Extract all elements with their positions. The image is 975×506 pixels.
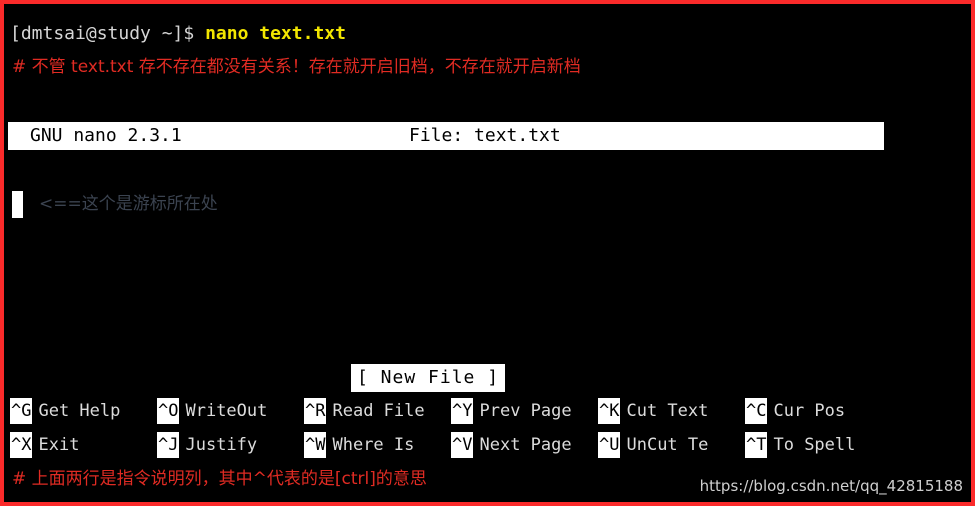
text-cursor [12, 191, 23, 218]
shell-prompt-line: [dmtsai@study ~]$ nano text.txt [10, 22, 346, 46]
nano-shortcut-key: ^X [10, 432, 33, 458]
nano-shortcut-key: ^K [598, 398, 621, 424]
nano-shortcut-writeout[interactable]: ^O WriteOut [157, 398, 267, 424]
terminal-window: [dmtsai@study ~]$ nano text.txt # 不管 tex… [0, 0, 975, 506]
annotation-bottom-comment: # 上面两行是指令说明列，其中^代表的是[ctrl]的意思 [12, 469, 427, 489]
nano-shortcut-label: Next Page [479, 435, 572, 455]
nano-shortcut-row-1: ^G Get Help ^O WriteOut ^R Read File ^Y Prev Pa… [10, 398, 970, 424]
nano-shortcut-justify[interactable]: ^J Justify [157, 432, 257, 458]
nano-shortcut-label: To Spell [773, 435, 856, 455]
nano-shortcut-label: Read File [332, 401, 425, 421]
nano-shortcut-label: Exit [38, 435, 80, 455]
nano-shortcut-read-file[interactable]: ^R Read File [304, 398, 425, 424]
nano-shortcut-next-page[interactable]: ^V Next Page [451, 432, 572, 458]
nano-shortcut-key: ^J [157, 432, 180, 458]
nano-shortcut-exit[interactable]: ^X Exit [10, 432, 79, 458]
shell-command: nano text.txt [205, 23, 346, 44]
annotation-cursor-note: <==这个是游标所在处 [39, 194, 218, 214]
nano-shortcut-key: ^C [745, 398, 768, 424]
nano-edit-area[interactable] [8, 154, 967, 354]
nano-shortcut-key: ^V [451, 432, 474, 458]
nano-shortcut-cur-pos[interactable]: ^C Cur Pos [745, 398, 845, 424]
nano-shortcut-key: ^T [745, 432, 768, 458]
watermark-url: https://blog.csdn.net/qq_42815188 [699, 477, 963, 495]
nano-file-label: File: text.txt [409, 125, 561, 146]
nano-version-label: GNU nano 2.3.1 [30, 125, 182, 146]
nano-shortcut-key: ^R [304, 398, 327, 424]
nano-shortcut-cut-text[interactable]: ^K Cut Text [598, 398, 708, 424]
nano-shortcut-label: Prev Page [479, 401, 572, 421]
nano-shortcut-label: Where Is [332, 435, 415, 455]
nano-shortcut-key: ^Y [451, 398, 474, 424]
nano-shortcut-key: ^O [157, 398, 180, 424]
nano-status-new-file: [ New File ] [351, 364, 506, 392]
shell-prompt: [dmtsai@study ~]$ [10, 23, 206, 44]
nano-shortcut-to-spell[interactable]: ^T To Spell [745, 432, 855, 458]
nano-shortcut-key: ^G [10, 398, 33, 424]
nano-shortcut-label: Justify [185, 435, 258, 455]
nano-shortcut-label: Cut Text [626, 401, 709, 421]
nano-titlebar: GNU nano 2.3.1 File: text.txt [8, 122, 884, 150]
nano-shortcut-label: Cur Pos [773, 401, 846, 421]
terminal-screen: [dmtsai@study ~]$ nano text.txt # 不管 tex… [4, 4, 971, 502]
nano-shortcut-uncut-te[interactable]: ^U UnCut Te [598, 432, 708, 458]
nano-shortcut-label: UnCut Te [626, 435, 709, 455]
nano-shortcut-prev-page[interactable]: ^Y Prev Page [451, 398, 572, 424]
nano-shortcut-where-is[interactable]: ^W Where Is [304, 432, 414, 458]
nano-shortcut-label: Get Help [38, 401, 121, 421]
annotation-top-comment: # 不管 text.txt 存不存在都没有关系！存在就开启旧档，不存在就开启新档 [12, 57, 581, 77]
nano-shortcut-row-2: ^X Exit ^J Justify ^W Where Is ^V Next Page ^U Un… [10, 432, 970, 458]
nano-shortcut-label: WriteOut [185, 401, 268, 421]
nano-shortcut-get-help[interactable]: ^G Get Help [10, 398, 120, 424]
nano-shortcut-key: ^U [598, 432, 621, 458]
nano-shortcut-key: ^W [304, 432, 327, 458]
